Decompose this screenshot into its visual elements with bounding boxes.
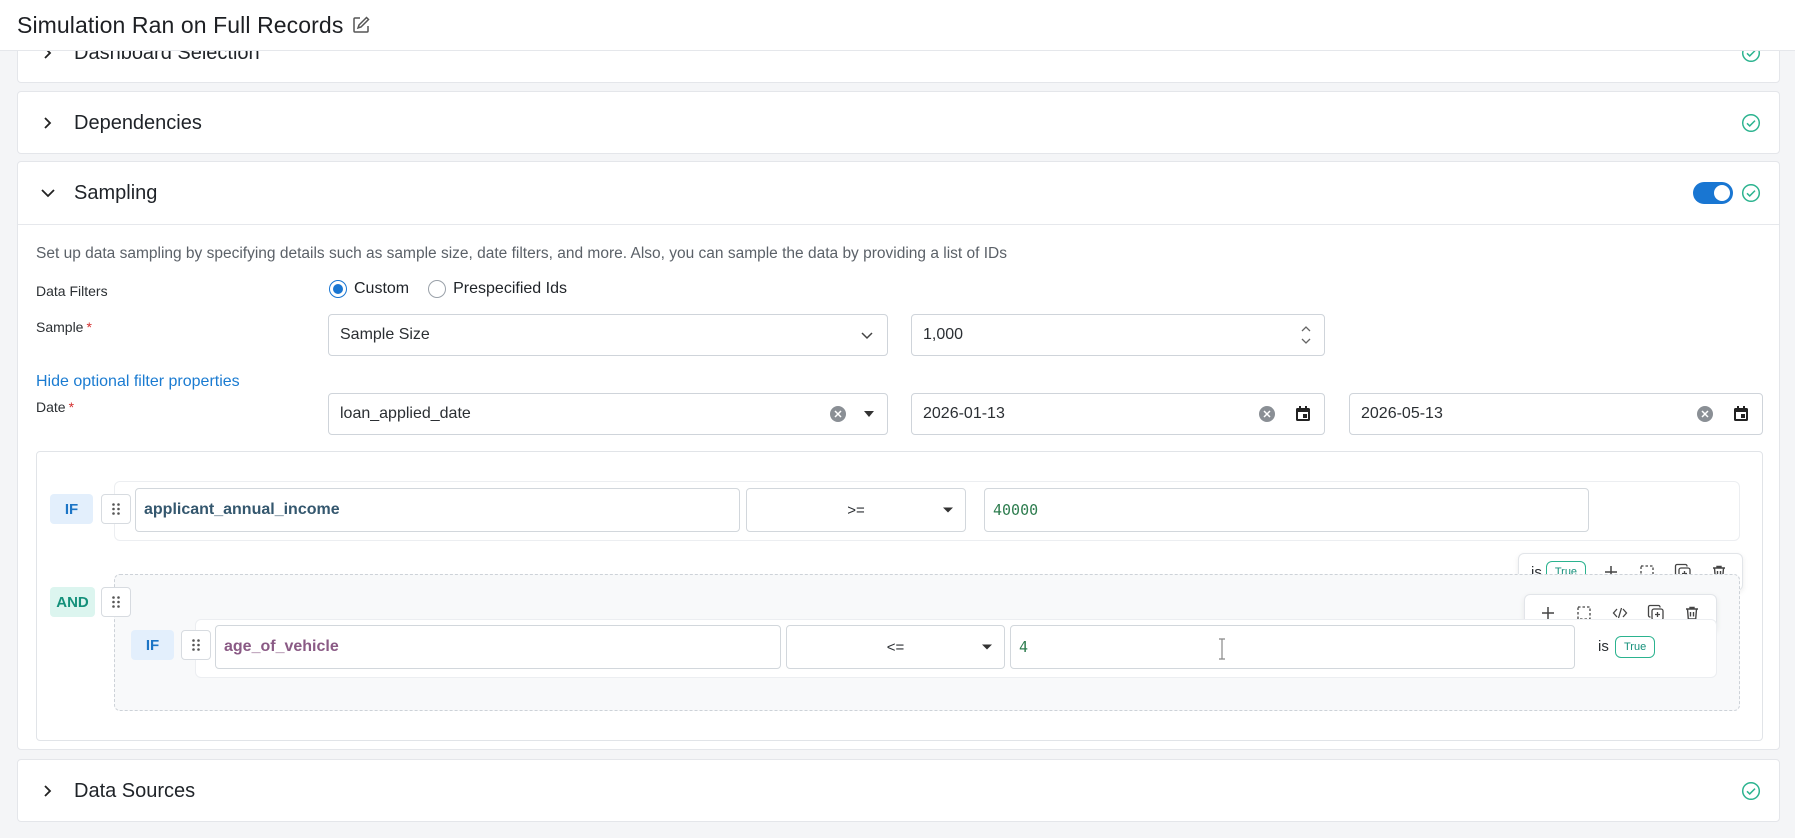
data-filter-radio-group: Custom Prespecified Ids [329, 280, 586, 298]
drag-handle-icon[interactable] [101, 494, 131, 524]
sampling-toggle[interactable] [1693, 182, 1733, 204]
dependencies-panel: Dependencies [17, 91, 1780, 154]
date-to-value: 2026-05-13 [1361, 405, 1443, 422]
sampling-header[interactable]: Sampling [18, 162, 1779, 224]
check-circle-icon [1741, 183, 1761, 203]
calendar-icon[interactable] [1732, 405, 1750, 423]
and-badge: AND [50, 587, 95, 617]
check-circle-icon [1741, 781, 1761, 801]
radio-custom[interactable]: Custom [329, 280, 409, 298]
caret-down-icon [982, 644, 992, 650]
required-mark: * [86, 319, 92, 335]
radio-button-selected[interactable] [329, 280, 347, 298]
chevron-right-icon [40, 115, 56, 131]
text-cursor-icon [1217, 638, 1227, 664]
data-sources-panel: Data Sources [17, 759, 1780, 822]
chevron-down-icon [40, 185, 56, 201]
rule-builder: IF applicant_annual_income >= 40000 is T… [36, 451, 1763, 741]
sample-label: Sample * [36, 319, 92, 335]
dependencies-header[interactable]: Dependencies [18, 92, 1779, 154]
sampling-description: Set up data sampling by specifying detai… [36, 245, 1007, 262]
rule-2-field[interactable]: age_of_vehicle [215, 625, 781, 669]
hide-optional-filters-link[interactable]: Hide optional filter properties [36, 373, 240, 391]
sample-type-value: Sample Size [340, 326, 430, 343]
required-mark: * [68, 399, 75, 415]
caret-down-icon[interactable] [863, 410, 875, 418]
clear-icon[interactable] [1696, 405, 1714, 423]
rule-2-value: 4 [1019, 638, 1029, 656]
edit-icon[interactable] [351, 15, 371, 35]
drag-handle-icon[interactable] [181, 630, 211, 660]
sample-label-text: Sample [36, 319, 84, 335]
data-filters-label: Data Filters [36, 283, 108, 299]
rule-1-operator-select[interactable]: >= [746, 488, 966, 532]
rule-1-value-input[interactable]: 40000 [984, 488, 1589, 532]
sampling-panel: Sampling Set up data sampling by specify… [17, 161, 1780, 750]
sample-size-input[interactable]: 1,000 [911, 314, 1325, 356]
divider [18, 224, 1779, 225]
date-label-text: Date [36, 399, 66, 415]
caret-down-icon [943, 507, 953, 513]
true-badge[interactable]: True [1615, 636, 1656, 658]
title-bar: Simulation Ran on Full Records [0, 0, 1795, 51]
radio-prespecified-ids[interactable]: Prespecified Ids [428, 280, 567, 298]
radio-button[interactable] [428, 280, 447, 298]
panel-title: Sampling [74, 181, 158, 204]
sample-size-value: 1,000 [923, 326, 964, 343]
data-sources-header[interactable]: Data Sources [18, 760, 1779, 822]
rule-1-field[interactable]: applicant_annual_income [135, 488, 740, 532]
rule-2-operator-select[interactable]: <= [786, 625, 1005, 669]
radio-label: Prespecified Ids [453, 280, 567, 297]
clear-icon[interactable] [829, 405, 847, 423]
sample-type-select[interactable]: Sample Size [328, 314, 888, 356]
date-field-select[interactable]: loan_applied_date [328, 393, 888, 435]
date-to-input[interactable]: 2026-05-13 [1349, 393, 1763, 435]
operator-value: <= [886, 638, 905, 656]
calendar-icon[interactable] [1294, 405, 1312, 423]
is-label: is [1598, 638, 1609, 655]
date-from-input[interactable]: 2026-01-13 [911, 393, 1325, 435]
check-circle-icon [1741, 113, 1761, 133]
number-stepper[interactable] [1300, 324, 1312, 346]
operator-value: >= [847, 501, 865, 519]
date-from-value: 2026-01-13 [923, 405, 1005, 422]
radio-label: Custom [354, 280, 410, 297]
if-badge: IF [50, 494, 93, 524]
if-badge: IF [131, 630, 174, 660]
page-title: Simulation Ran on Full Records [17, 11, 344, 38]
panel-title: Dependencies [74, 111, 202, 134]
panel-title: Data Sources [74, 779, 196, 802]
clear-icon[interactable] [1258, 405, 1276, 423]
toggle-knob [1714, 185, 1730, 201]
rule-2-value-input[interactable]: 4 [1010, 625, 1575, 669]
chevron-right-icon [40, 783, 56, 799]
date-label: Date * [36, 399, 74, 415]
drag-handle-icon[interactable] [101, 587, 131, 617]
chevron-down-icon [859, 327, 875, 343]
date-field-value: loan_applied_date [340, 405, 471, 422]
